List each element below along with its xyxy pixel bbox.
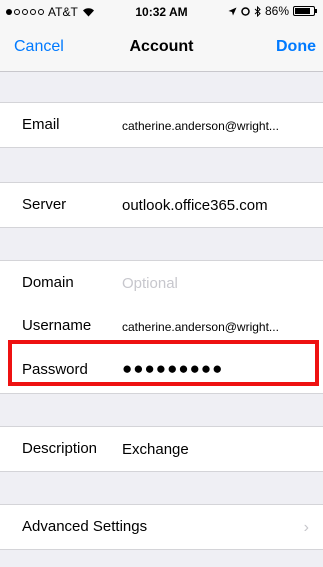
battery-percent: 86% [264,4,289,18]
page-title: Account [129,38,194,55]
server-label: Server [22,196,67,213]
password-highlight-box [8,340,319,386]
server-field[interactable]: outlook.office365.com [122,197,268,214]
battery-fill [295,8,311,14]
advanced-settings-label: Advanced Settings [22,518,148,535]
username-field[interactable]: catherine.anderson@wright... [122,320,279,334]
description-row[interactable]: Description Exchange [0,426,323,472]
advanced-settings-row[interactable]: Advanced Settings › [0,504,323,550]
domain-label: Domain [22,274,74,291]
done-button[interactable]: Done [276,38,316,56]
navigation-bar: Cancel Account Done [0,22,323,72]
email-label: Email [22,116,60,133]
description-label: Description [22,440,98,457]
chevron-right-icon: › [303,519,309,536]
alarm-icon [241,6,250,16]
domain-row[interactable]: Domain Optional [0,260,323,306]
status-right: 86% [228,4,317,18]
username-label: Username [22,317,92,334]
battery-nub [315,9,317,13]
email-field[interactable]: catherine.anderson@wright... [122,119,279,133]
location-icon [228,7,237,15]
battery-icon [293,6,317,16]
domain-field[interactable]: Optional [122,275,178,292]
email-row[interactable]: Email catherine.anderson@wright... [0,102,323,148]
description-field[interactable]: Exchange [122,441,189,458]
server-row[interactable]: Server outlook.office365.com [0,182,323,228]
status-bar: AT&T 10:32 AM 86% [0,0,323,22]
bluetooth-icon [254,5,261,17]
